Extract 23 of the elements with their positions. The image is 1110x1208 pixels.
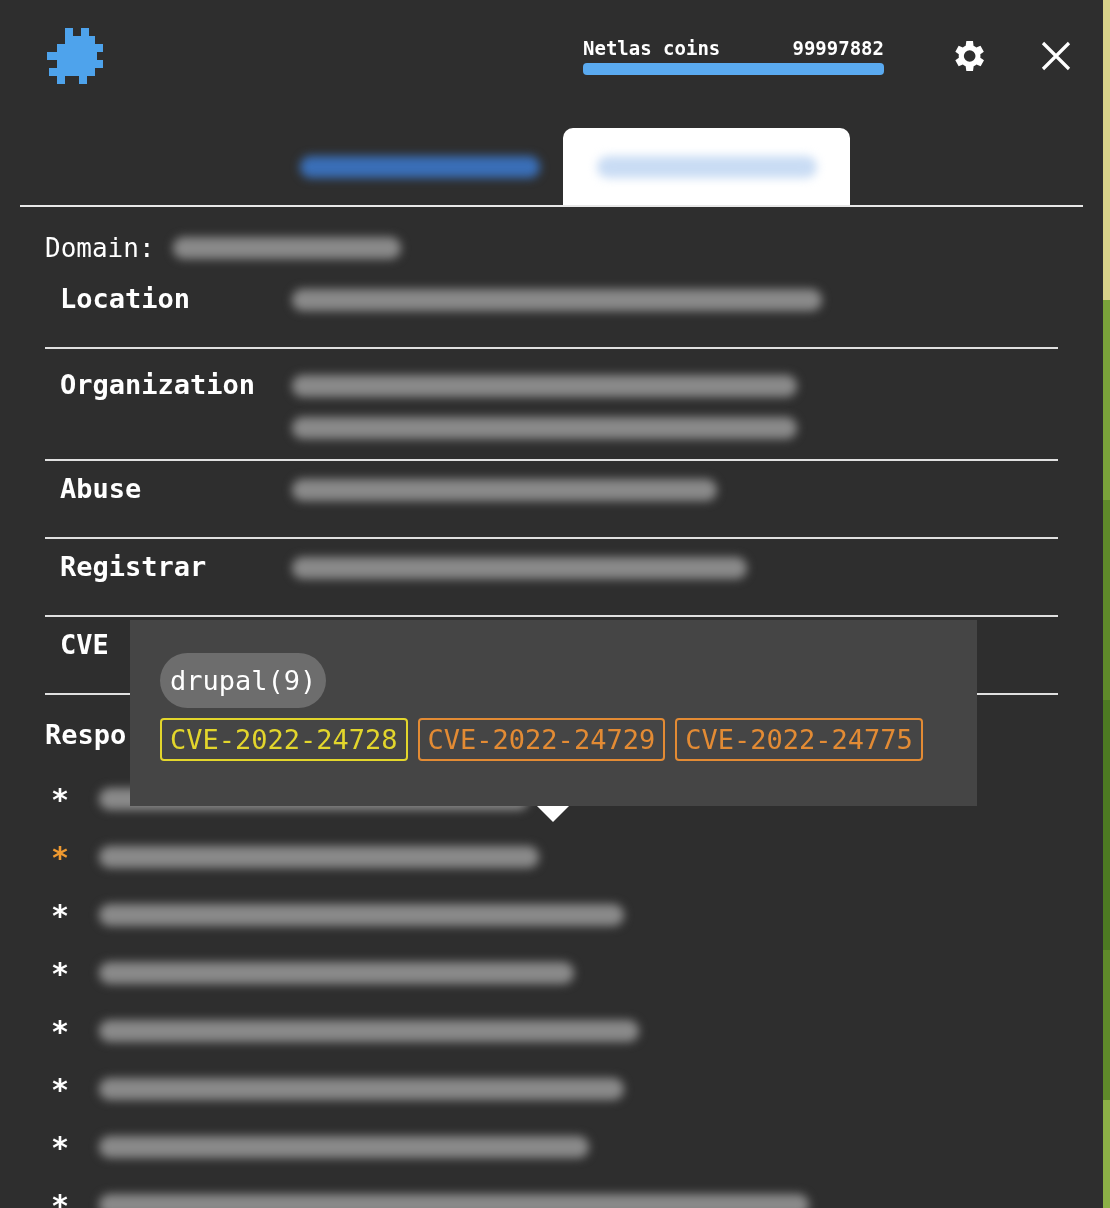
bullet-marker: * xyxy=(49,1071,71,1107)
bullet-marker: * xyxy=(49,1013,71,1049)
bullet-marker: * xyxy=(49,897,71,933)
row-label: Organization xyxy=(60,369,257,402)
cve-tag[interactable]: CVE-2022-24775 xyxy=(675,718,923,761)
coins-label: Netlas coins xyxy=(583,37,721,59)
close-icon[interactable] xyxy=(1040,40,1072,72)
bullet-marker: * xyxy=(49,839,71,875)
bullet-marker: * xyxy=(49,1187,71,1208)
bullet-marker: * xyxy=(49,781,71,817)
software-chip: drupal(9) xyxy=(160,653,327,708)
bullet-marker: * xyxy=(49,955,71,991)
domain-label: Domain: xyxy=(45,233,155,263)
row-label: CVE xyxy=(60,629,110,662)
tooltip-arrow-icon xyxy=(537,806,569,822)
coins-value: 99997882 xyxy=(792,37,884,59)
bullet-marker: * xyxy=(49,1129,71,1165)
row-label: Abuse xyxy=(60,473,143,506)
row-label: Location xyxy=(60,283,192,316)
row-label: Registrar xyxy=(60,551,208,584)
section-heading: Respo xyxy=(45,719,127,750)
cve-tag[interactable]: CVE-2022-24729 xyxy=(417,718,666,761)
cve-tag[interactable]: CVE-2022-24728 xyxy=(160,718,408,761)
